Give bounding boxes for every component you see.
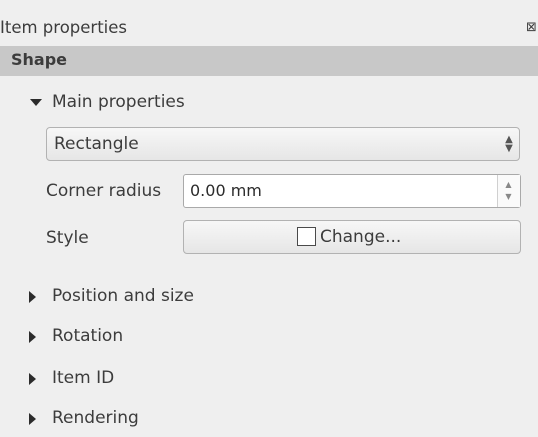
- corner-radius-label: Corner radius: [46, 181, 162, 201]
- group-item-id-toggle[interactable]: Item ID: [24, 368, 174, 390]
- shape-type-select-value: Rectangle: [54, 134, 139, 154]
- triangle-right-icon: [29, 373, 36, 385]
- style-color-swatch: [297, 227, 316, 246]
- group-rendering-label: Rendering: [52, 408, 139, 428]
- section-title: Shape: [11, 50, 68, 69]
- triangle-right-icon: [29, 413, 36, 425]
- triangle-right-icon: [29, 291, 36, 303]
- style-label: Style: [46, 228, 89, 248]
- spin-up-icon[interactable]: ▲: [497, 181, 520, 189]
- group-rendering-toggle[interactable]: Rendering: [24, 408, 174, 430]
- group-position-and-size-toggle[interactable]: Position and size: [24, 286, 244, 308]
- close-icon[interactable]: ⊠: [526, 18, 538, 38]
- group-main-properties-label: Main properties: [52, 92, 185, 112]
- group-item-id-label: Item ID: [52, 368, 115, 388]
- group-position-and-size-label: Position and size: [52, 286, 194, 306]
- corner-radius-value: 0.00 mm: [190, 181, 262, 200]
- spin-down-icon[interactable]: ▼: [497, 193, 520, 201]
- select-arrow-down-icon: ▼: [505, 143, 513, 154]
- section-header: [0, 46, 538, 76]
- triangle-down-icon: [30, 99, 42, 106]
- group-rotation-label: Rotation: [52, 326, 124, 346]
- style-change-button-label: Change...: [320, 227, 402, 247]
- triangle-right-icon: [29, 331, 36, 343]
- group-rotation-toggle[interactable]: Rotation: [24, 326, 174, 348]
- group-main-properties-toggle[interactable]: Main properties: [24, 92, 214, 114]
- panel-title: Item properties: [0, 18, 128, 37]
